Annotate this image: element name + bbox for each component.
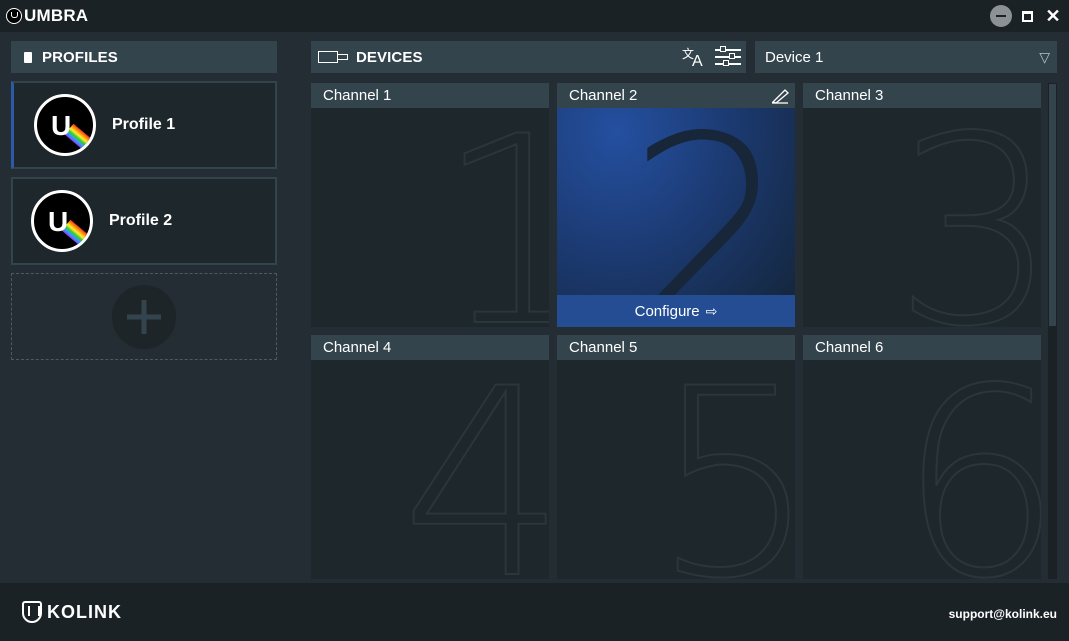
plus-icon [112,284,176,349]
profile-avatar: U [31,190,93,252]
profile-name: Profile 1 [112,116,176,133]
pencil-icon[interactable] [771,88,789,104]
channel-number: 2 [627,83,793,327]
document-icon [24,51,32,63]
channel-title: Channel 6 [815,339,884,356]
channel-number: 4 [400,335,549,579]
shield-icon [22,601,42,623]
profile-card-1[interactable]: U Profile 1 [11,81,277,169]
configure-label: Configure [634,302,700,320]
footer: KOLINK support@kolink.eu [0,583,1069,641]
devices-title: DEVICES [356,48,423,66]
profile-card-2[interactable]: U Profile 2 [11,177,277,265]
maximize-button[interactable] [1016,5,1038,27]
channel-title: Channel 1 [323,87,392,104]
minimize-icon [996,15,1006,17]
channel-number: 3 [892,83,1041,327]
channel-title: Channel 4 [323,339,392,356]
scrollbar-thumb[interactable] [1049,84,1056,326]
profiles-header: PROFILES [11,41,277,73]
channel-number: 1 [435,83,549,327]
usb-icon [318,51,348,63]
channel-3[interactable]: Channel 3 3 [803,83,1041,327]
support-email[interactable]: support@kolink.eu [949,607,1057,621]
channel-6[interactable]: Channel 6 6 [803,335,1041,579]
profile-name: Profile 2 [109,212,173,229]
umbra-logo-icon [6,8,22,24]
profile-avatar: U [34,94,96,156]
channel-4[interactable]: Channel 4 4 [311,335,549,579]
channel-1[interactable]: Channel 1 1 [311,83,549,327]
chevron-down-icon: ▽ [1039,49,1050,65]
devices-header: DEVICES 文 A [311,41,746,73]
channels-scrollbar[interactable] [1048,83,1057,579]
sliders-icon[interactable] [715,46,741,68]
channel-2[interactable]: Channel 2 2 Configure ⇨ [557,83,795,327]
channel-number: 5 [651,335,795,579]
arrow-right-icon: ⇨ [705,302,718,319]
title-bar: UMBRA ✕ [0,0,1069,32]
close-button[interactable]: ✕ [1042,5,1064,27]
minimize-button[interactable] [990,5,1012,27]
brand-name: KOLINK [47,601,122,622]
add-profile-button[interactable] [11,273,277,360]
channel-title: Channel 5 [569,339,638,356]
channel-5[interactable]: Channel 5 5 [557,335,795,579]
profiles-title: PROFILES [42,48,118,66]
device-select-value: Device 1 [765,48,824,66]
app-title: UMBRA [24,6,89,25]
channel-title: Channel 3 [815,87,884,104]
channel-number: 6 [897,335,1041,579]
device-select[interactable]: Device 1 ▽ [755,41,1057,73]
translate-icon[interactable]: 文 A [681,45,705,70]
maximize-icon [1021,10,1033,22]
configure-button[interactable]: Configure ⇨ [557,295,795,327]
channel-title: Channel 2 [569,87,638,104]
brand-logo: KOLINK [22,601,122,623]
